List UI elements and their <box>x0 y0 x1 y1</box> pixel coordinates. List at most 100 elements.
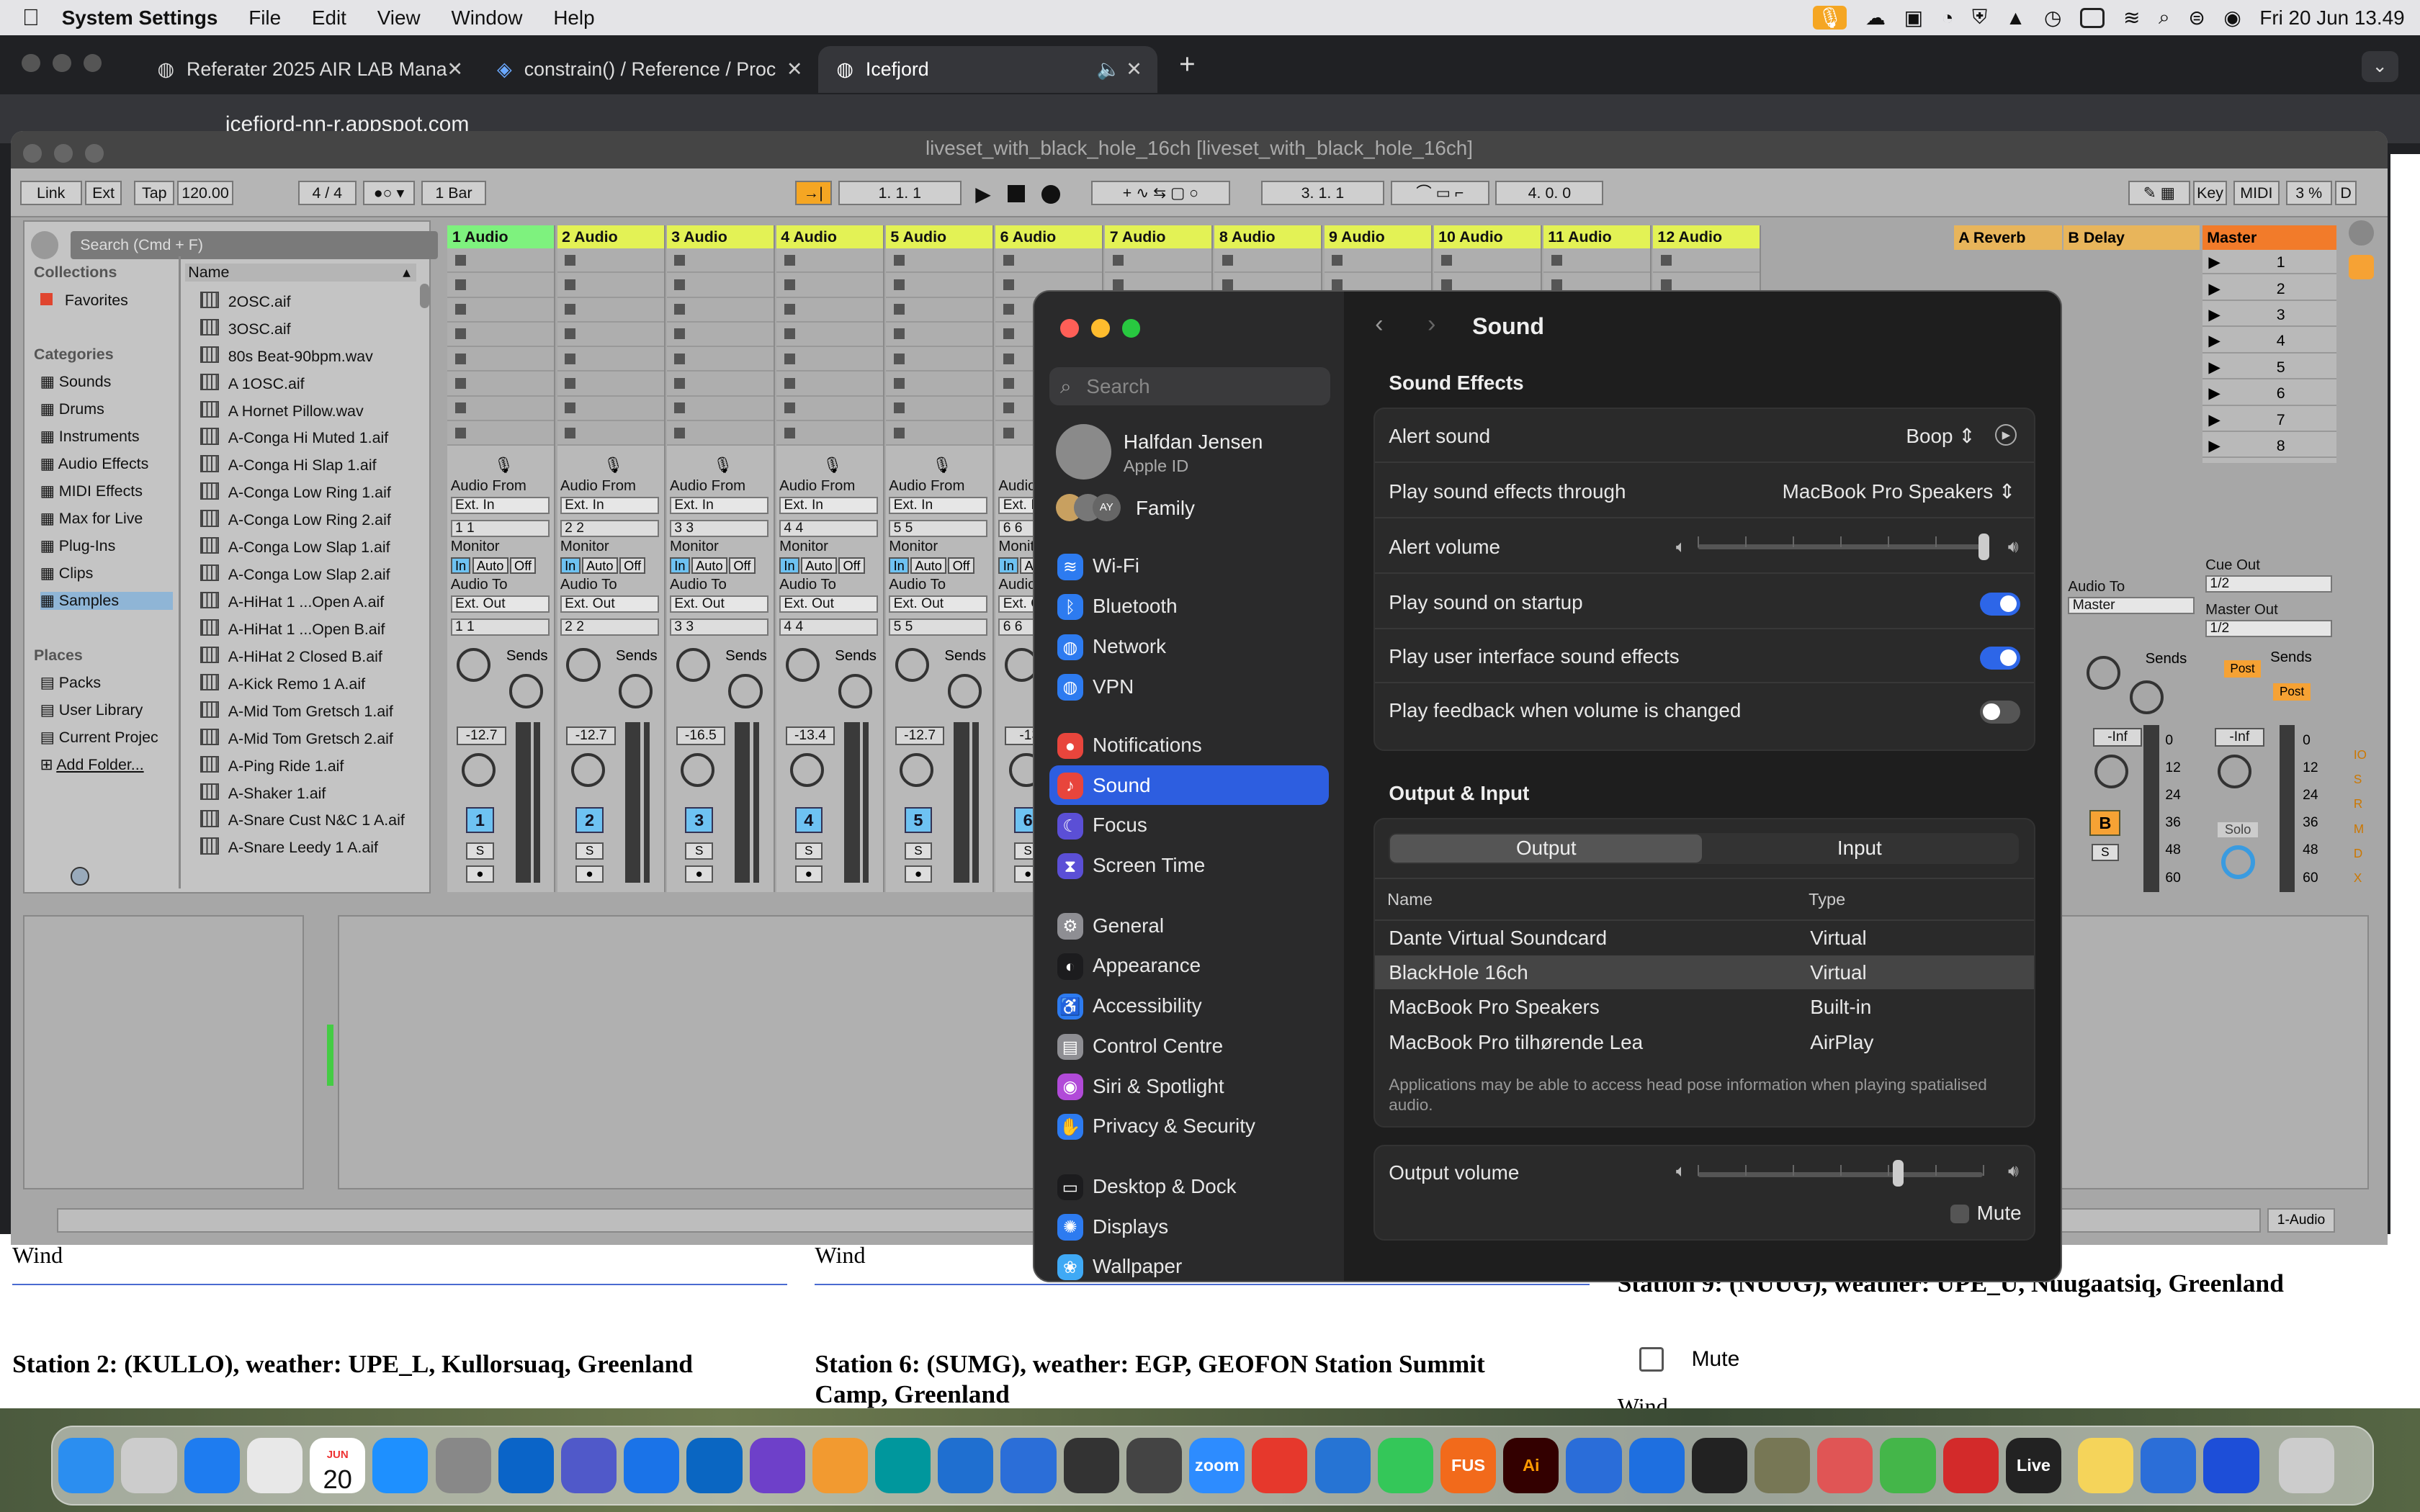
audio-to-menu[interactable]: Ext. Out <box>779 595 879 613</box>
solo-button[interactable]: S <box>575 842 604 860</box>
audio-to-menu[interactable]: Ext. Out <box>450 595 550 613</box>
mute-checkbox[interactable] <box>1950 1205 1969 1223</box>
sublime-icon[interactable] <box>812 1437 868 1494</box>
file-item[interactable]: A-Conga Low Ring 1.aif <box>200 482 391 502</box>
solo-button[interactable]: S <box>685 842 713 860</box>
file-item[interactable]: A-HiHat 1 ...Open A.aif <box>200 592 385 611</box>
scene-row[interactable]: ▶ 2 <box>2202 276 2337 301</box>
clip-slot[interactable] <box>1653 248 1760 274</box>
clip-slot[interactable] <box>1433 248 1541 274</box>
windows-app-icon[interactable] <box>1628 1437 1685 1494</box>
ui-effects-toggle[interactable] <box>1979 646 2020 670</box>
screenshot-icon[interactable]: ▣ <box>1904 6 1923 30</box>
scene-row[interactable]: ▶ 8 <box>2202 433 2337 459</box>
volume-readout[interactable]: -13.4 <box>785 726 835 745</box>
file-item[interactable]: A-Conga Low Slap 1.aif <box>200 537 390 557</box>
menu-edit[interactable]: Edit <box>296 6 362 30</box>
automation-tools[interactable]: + ∿ ⇆ ▢ ○ <box>1091 180 1230 205</box>
scene-launch-icon[interactable]: ▶ <box>2208 253 2220 271</box>
forward-icon[interactable]: › <box>1428 310 1435 338</box>
audio-from-menu[interactable]: Ext. In <box>560 496 659 514</box>
arm-button[interactable]: ● <box>904 865 933 883</box>
close-icon[interactable]: 🔈 ✕ <box>1096 58 1142 81</box>
volume-readout[interactable]: -12.7 <box>566 726 616 745</box>
solo-cue-button[interactable]: Solo <box>2218 822 2258 838</box>
play-through-popup[interactable]: MacBook Pro Speakers ⇕ <box>1783 464 2016 518</box>
loop-length-field[interactable]: 4. 0. 0 <box>1495 180 1604 205</box>
monitor-in[interactable]: In <box>669 557 690 575</box>
preview-icon[interactable] <box>1566 1437 1622 1494</box>
track-activator[interactable]: 2 <box>575 806 604 834</box>
scene-launch-icon[interactable]: ▶ <box>2208 384 2220 402</box>
send-knob-b[interactable] <box>838 674 872 708</box>
clip-slot[interactable] <box>447 396 555 421</box>
track-header[interactable]: 12 Audio <box>1653 225 1760 248</box>
monitor-in[interactable]: In <box>889 557 910 575</box>
sidebar-item-screen-time[interactable]: ⧗ Screen Time <box>1049 845 1329 886</box>
clip-slot[interactable] <box>776 396 883 421</box>
control-centre-icon[interactable]: ⊜ <box>2188 6 2205 30</box>
clip-slot[interactable] <box>666 297 774 323</box>
zoom-icon[interactable]: zoom <box>1189 1437 1245 1494</box>
audio-from-menu[interactable]: Ext. In <box>779 496 879 514</box>
sidebar-item-network[interactable]: ◍ Network <box>1049 626 1329 667</box>
bird-icon[interactable] <box>1754 1437 1811 1494</box>
file-item[interactable]: A-Kick Remo 1 A.aif <box>200 674 365 693</box>
send-knob-b[interactable] <box>728 674 763 708</box>
monitor-auto[interactable]: Auto <box>581 557 618 575</box>
audio-to-menu[interactable]: Ext. Out <box>669 595 769 613</box>
pd-icon[interactable] <box>1126 1437 1183 1494</box>
view-toggle-icons[interactable]: IO S R M D X <box>2354 742 2372 885</box>
chrome-icon[interactable] <box>246 1437 303 1494</box>
monitor-in[interactable]: In <box>560 557 581 575</box>
track-header[interactable]: 8 Audio <box>1214 225 1322 248</box>
launchpad-icon[interactable] <box>121 1437 177 1494</box>
clip-slot[interactable] <box>557 396 664 421</box>
illustrator-icon[interactable]: Ai <box>1503 1437 1559 1494</box>
arm-button[interactable]: ● <box>685 865 713 883</box>
midi-map-button[interactable]: MIDI <box>2233 180 2280 205</box>
user-name[interactable]: Halfdan Jensen <box>1124 431 1263 454</box>
audio-from-menu[interactable]: Ext. In <box>669 496 769 514</box>
category-item[interactable]: ▦ Instruments <box>40 428 140 446</box>
track-header[interactable]: 10 Audio <box>1433 225 1541 248</box>
sidebar-item-siri-spotlight[interactable]: ◉ Siri & Spotlight <box>1049 1066 1329 1107</box>
notes-icon[interactable] <box>2077 1437 2134 1494</box>
app-store-icon[interactable] <box>372 1437 429 1494</box>
tap-button[interactable]: Tap <box>134 180 175 205</box>
close-icon[interactable]: ✕ <box>786 58 802 81</box>
category-item[interactable]: ▦ Audio Effects <box>40 455 149 473</box>
clip-slot[interactable] <box>1214 248 1322 274</box>
scene-row[interactable]: ▶ 6 <box>2202 381 2337 406</box>
send-knob[interactable] <box>2087 655 2121 690</box>
zoom-button[interactable] <box>1121 319 1141 338</box>
pan-knob[interactable] <box>2218 754 2252 788</box>
clip-slot[interactable] <box>776 420 883 446</box>
clip-slot[interactable] <box>557 248 664 274</box>
arm-button[interactable]: ● <box>575 865 604 883</box>
file-item[interactable]: A-HiHat 2 Closed B.aif <box>200 647 382 666</box>
microphone-icon[interactable]: 🎙︎ <box>823 456 842 474</box>
track-activator-b[interactable]: B <box>2089 809 2121 837</box>
arduino-icon[interactable] <box>875 1437 931 1494</box>
scene-row[interactable]: ▶ 3 <box>2202 302 2337 328</box>
pan-knob[interactable] <box>680 752 715 787</box>
monitor-off[interactable]: Off <box>509 557 537 575</box>
sidebar-item-control-centre[interactable]: ▤ Control Centre <box>1049 1026 1329 1066</box>
wifi-icon[interactable]: ≋ <box>2123 6 2140 30</box>
follow-icon[interactable]: →| <box>794 180 832 205</box>
scene-launch-icon[interactable]: ▶ <box>2208 280 2220 297</box>
vscode-icon[interactable] <box>1314 1437 1371 1494</box>
post-toggle[interactable]: Post <box>2273 683 2311 701</box>
solo-button[interactable]: S <box>904 842 933 860</box>
calendar-icon[interactable]: JUN 20 <box>310 1437 366 1494</box>
clip-slot[interactable] <box>776 372 883 397</box>
device-row[interactable]: BlackHole 16ch Virtual <box>1374 955 2034 990</box>
back-icon[interactable]: ‹ <box>1375 310 1383 338</box>
file-item[interactable]: A-Conga Low Ring 2.aif <box>200 510 391 529</box>
messages-icon[interactable] <box>1377 1437 1433 1494</box>
master-out-menu[interactable]: 1/2 <box>2205 620 2332 637</box>
alert-sound-popup[interactable]: Boop ⇕ <box>1906 409 1975 463</box>
siri-icon[interactable]: ◉ <box>2223 6 2241 30</box>
terminal-icon[interactable] <box>1691 1437 1747 1494</box>
